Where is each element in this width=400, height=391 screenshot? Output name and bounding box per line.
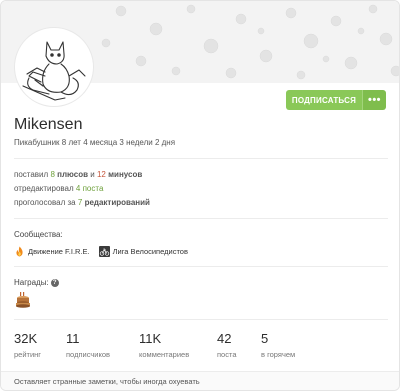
subscribe-button-group: ПОДПИСАТЬСЯ ••• bbox=[286, 90, 386, 110]
counter-posts[interactable]: 42 поста bbox=[217, 331, 261, 359]
communities-list: Движение F.I.R.E. Лига Велосипедистов bbox=[14, 246, 188, 257]
vote-stats: проголосовал за 7 редактирований bbox=[14, 198, 150, 207]
help-icon[interactable]: ? bbox=[50, 279, 59, 287]
counter-subscribers[interactable]: 11 подписчиков bbox=[66, 331, 139, 359]
cake-icon[interactable] bbox=[14, 291, 32, 309]
divider bbox=[14, 266, 388, 267]
pluses-count: 8 bbox=[50, 170, 55, 179]
bicycle-icon bbox=[98, 246, 110, 257]
awards-label: Награды:? bbox=[14, 278, 59, 287]
community-name: Движение F.I.R.E. bbox=[28, 247, 90, 256]
counter-rating[interactable]: 32K рейтинг bbox=[14, 331, 66, 359]
cat-avatar-icon bbox=[22, 41, 86, 101]
flame-icon bbox=[14, 246, 25, 257]
divider bbox=[14, 158, 388, 159]
divider bbox=[14, 218, 388, 219]
member-since: Пикабушник 8 лет 4 месяца 3 недели 2 дня bbox=[14, 138, 176, 147]
profile-note: Оставляет странные заметки, чтобы иногда… bbox=[1, 371, 399, 390]
divider bbox=[14, 319, 388, 320]
rating-stats: поставил 8 плюсов и 12 минусов bbox=[14, 170, 143, 179]
communities-label: Сообщества: bbox=[14, 230, 63, 239]
subscribe-button[interactable]: ПОДПИСАТЬСЯ bbox=[286, 90, 362, 110]
counter-hot[interactable]: 5 в горячем bbox=[261, 331, 321, 359]
profile-card: ПОДПИСАТЬСЯ ••• Mikensen Пикабушник 8 ле… bbox=[0, 0, 400, 391]
minuses-count: 12 bbox=[96, 170, 106, 179]
edits-link[interactable]: 4 поста bbox=[76, 184, 103, 193]
community-fire[interactable]: Движение F.I.R.E. bbox=[14, 246, 90, 257]
community-cyclists[interactable]: Лига Велосипедистов bbox=[98, 246, 188, 257]
avatar[interactable] bbox=[14, 27, 94, 107]
profile-counters: 32K рейтинг 11 подписчиков 11K комментар… bbox=[14, 331, 321, 359]
more-options-button[interactable]: ••• bbox=[362, 90, 386, 110]
votes-count: 7 bbox=[77, 198, 83, 207]
edit-stats: отредактировал 4 поста bbox=[14, 184, 104, 193]
counter-comments[interactable]: 11K комментариев bbox=[139, 331, 217, 359]
username: Mikensen bbox=[14, 116, 83, 133]
community-name: Лига Велосипедистов bbox=[112, 247, 188, 256]
